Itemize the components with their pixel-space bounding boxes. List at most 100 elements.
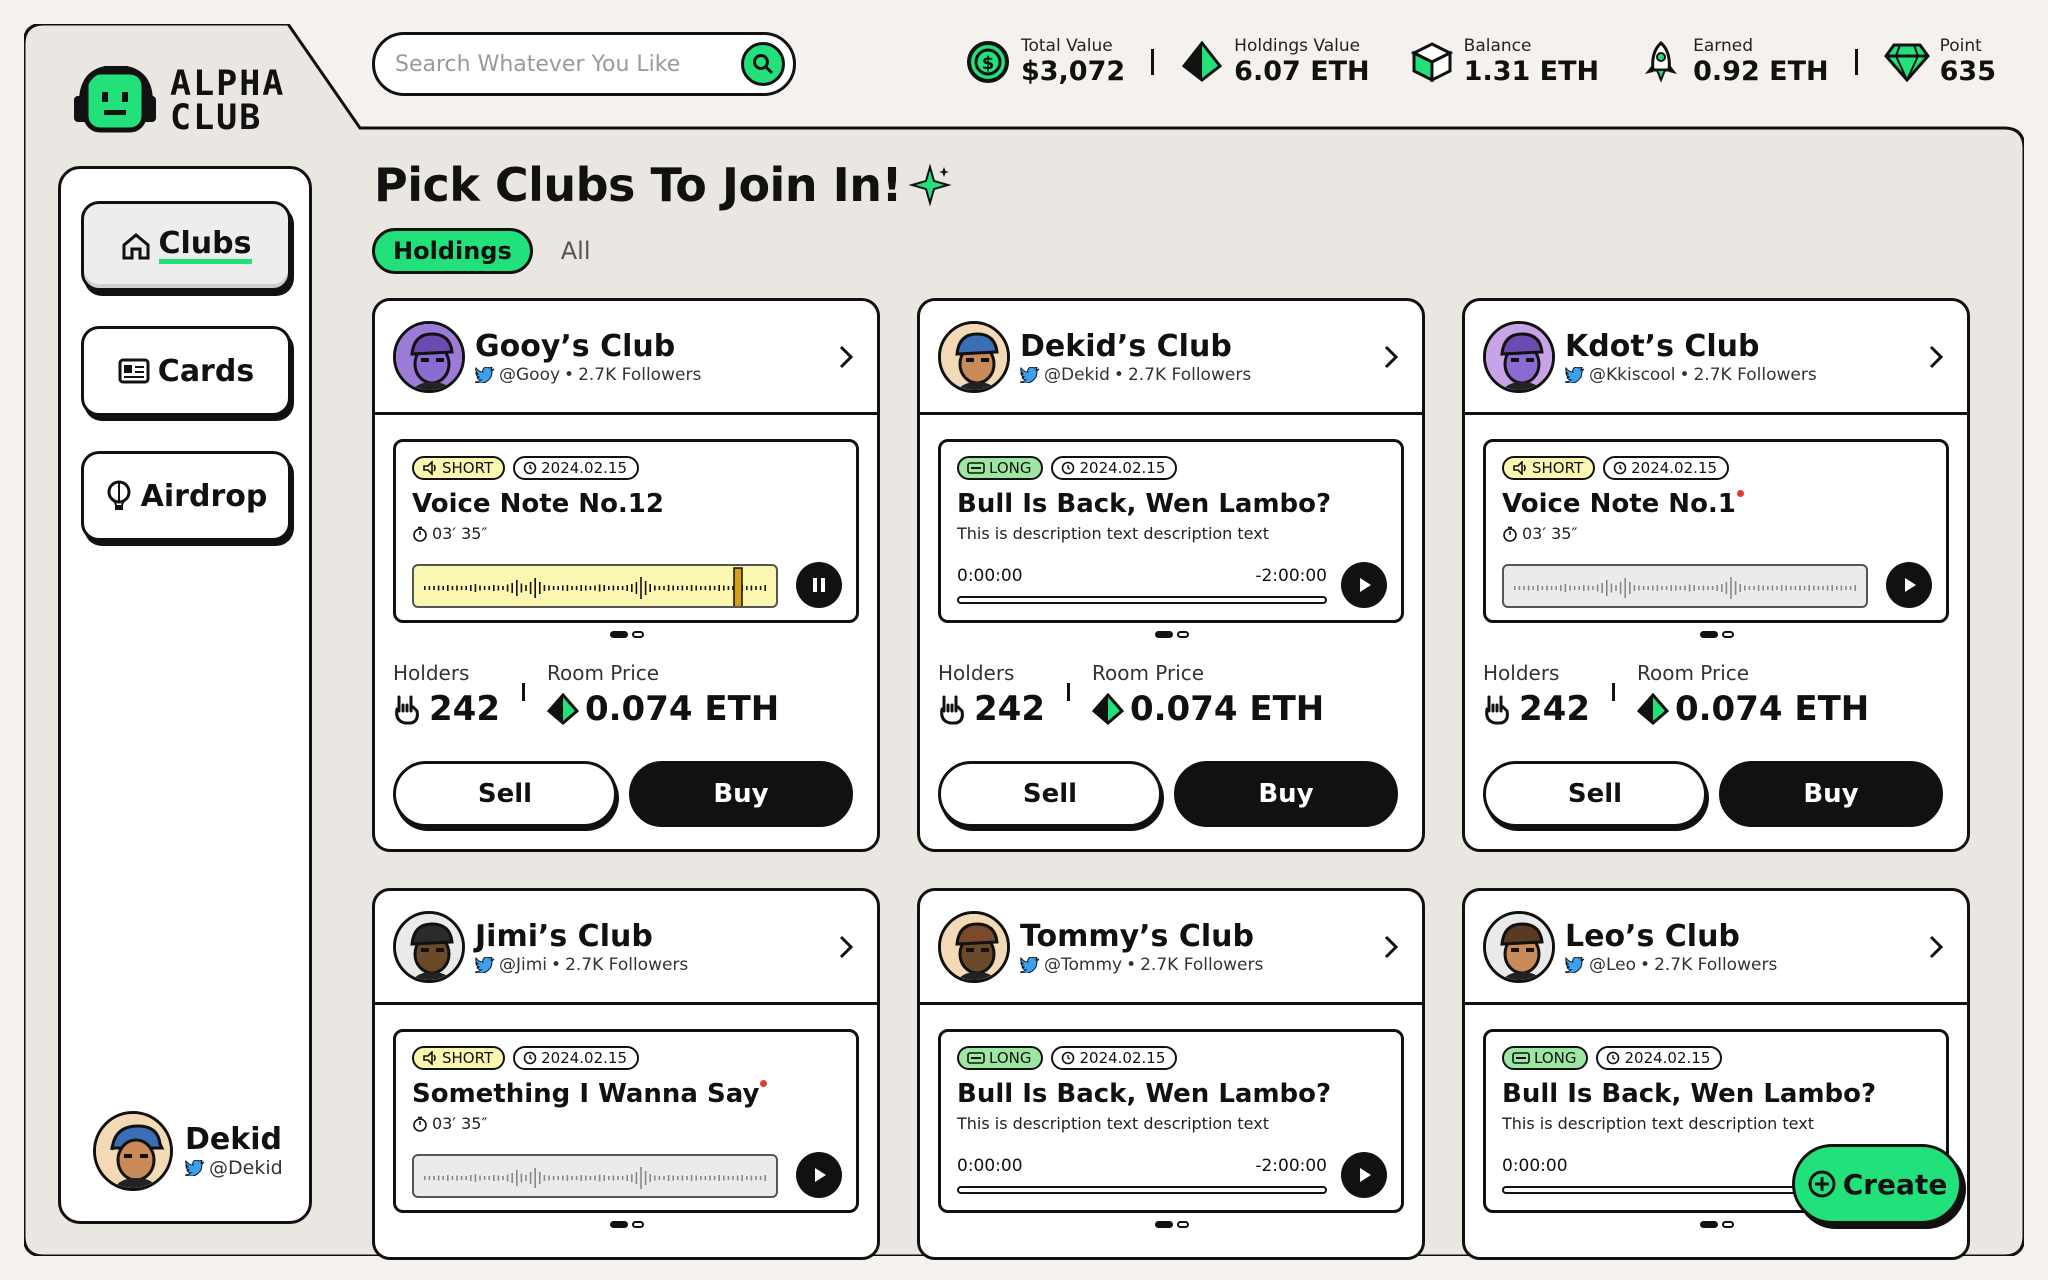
audio-waveform[interactable] — [412, 564, 778, 608]
chevron-right-icon[interactable] — [1927, 933, 1945, 961]
avatar — [93, 1111, 173, 1191]
pause-button[interactable] — [796, 562, 842, 608]
eth-diamond-icon — [1182, 40, 1223, 82]
unread-dot — [760, 1080, 768, 1087]
club-handle: @Dekid — [1044, 364, 1110, 385]
twitter-bird-icon — [185, 1160, 205, 1176]
buy-button[interactable]: Buy — [629, 761, 853, 827]
tab-all[interactable]: All — [561, 237, 591, 265]
voice-note-card[interactable]: SHORT 2024.02.15 Something I Wanna Say 0… — [393, 1029, 859, 1213]
search-button[interactable] — [741, 42, 785, 86]
note-date: 2024.02.15 — [541, 1049, 627, 1067]
chevron-right-icon[interactable] — [1382, 933, 1400, 961]
rocket-icon — [1645, 40, 1678, 83]
pager-dot[interactable] — [1722, 1221, 1734, 1228]
search-input[interactable] — [395, 51, 741, 77]
trade-buttons: Sell Buy — [393, 761, 853, 827]
club-name: Tommy’s Club — [1020, 918, 1254, 954]
tab-holdings[interactable]: Holdings — [372, 228, 533, 274]
club-card-header[interactable]: Dekid’s Club @Dekid • 2.7K Followers — [920, 301, 1422, 415]
note-date: 2024.02.15 — [1079, 459, 1166, 477]
club-card[interactable]: Jimi’s Club @Jimi • 2.7K Followers SHORT — [372, 888, 880, 1260]
audio-progress-bar[interactable] — [957, 596, 1327, 604]
clock-icon — [1613, 461, 1627, 475]
pager-dot[interactable] — [632, 631, 644, 638]
pager-dot-active[interactable] — [610, 1221, 628, 1228]
note-description: This is description text description tex… — [957, 1114, 1269, 1133]
room-price-stat: Room Price 0.074 ETH — [1091, 661, 1324, 729]
club-meta: @Dekid • 2.7K Followers — [1020, 365, 1251, 385]
filter-tabs: Holdings All — [372, 228, 591, 274]
meta-separator: • — [551, 954, 562, 975]
buy-button[interactable]: Buy — [1719, 761, 1943, 827]
pager-dot-active[interactable] — [1155, 1221, 1173, 1228]
clock-icon — [1607, 1051, 1620, 1065]
chevron-right-icon[interactable] — [837, 343, 855, 371]
pager-dot-active[interactable] — [1700, 1221, 1718, 1228]
club-card[interactable]: Kdot’s Club @Kkiscool • 2.7K Followers S… — [1462, 298, 1970, 852]
audio-waveform[interactable] — [1502, 564, 1868, 608]
note-type-label: SHORT — [442, 1049, 494, 1067]
voice-note-card[interactable]: LONG 2024.02.15 Bull Is Back, Wen Lambo?… — [938, 439, 1404, 623]
club-card[interactable]: Dekid’s Club @Dekid • 2.7K Followers LON… — [917, 298, 1425, 852]
buy-button[interactable]: Buy — [1174, 761, 1398, 827]
play-button[interactable] — [1341, 1152, 1387, 1198]
stat-earned: Earned 0.92 ETH — [1639, 36, 1829, 88]
sidebar-item-cards[interactable]: Cards — [81, 326, 291, 416]
voice-note-card[interactable]: SHORT 2024.02.15 Voice Note No.12 03′ 35… — [393, 439, 859, 623]
pager-dot[interactable] — [1177, 631, 1189, 638]
chevron-right-icon[interactable] — [837, 933, 855, 961]
club-card-header[interactable]: Gooy’s Club @Gooy • 2.7K Followers — [375, 301, 877, 415]
club-card-header[interactable]: Kdot’s Club @Kkiscool • 2.7K Followers — [1465, 301, 1967, 415]
club-stats: Holders 242 Room Price 0.074 ETH — [1483, 661, 1869, 729]
sell-button[interactable]: Sell — [1483, 761, 1707, 827]
stopwatch-icon — [413, 526, 427, 542]
chevron-right-icon[interactable] — [1382, 343, 1400, 371]
club-card[interactable]: Tommy’s Club @Tommy • 2.7K Followers LON… — [917, 888, 1425, 1260]
user-profile[interactable]: Dekid @Dekid — [93, 1111, 283, 1191]
brand-logo[interactable]: ALPHA CLUB — [72, 64, 285, 136]
pager-dot[interactable] — [1722, 631, 1734, 638]
sparkles-icon — [908, 163, 952, 207]
club-card[interactable]: Gooy’s Club @Gooy • 2.7K Followers SHORT — [372, 298, 880, 852]
pager-dot-active[interactable] — [1155, 631, 1173, 638]
club-handle: @Tommy — [1044, 954, 1123, 975]
pager-dot-active[interactable] — [610, 631, 628, 638]
pager-dot[interactable] — [1177, 1221, 1189, 1228]
sell-button[interactable]: Sell — [393, 761, 617, 827]
pager-dot-active[interactable] — [1700, 631, 1718, 638]
voice-note-card[interactable]: SHORT 2024.02.15 Voice Note No.1 03′ 35″ — [1483, 439, 1949, 623]
room-price-label: Room Price — [546, 661, 660, 685]
play-button[interactable] — [796, 1152, 842, 1198]
club-card-header[interactable]: Jimi’s Club @Jimi • 2.7K Followers — [375, 891, 877, 1005]
note-pager — [610, 631, 644, 638]
club-stats: Holders 242 Room Price 0.074 ETH — [393, 661, 779, 729]
sidebar-item-clubs[interactable]: Clubs — [81, 201, 291, 291]
play-button[interactable] — [1341, 562, 1387, 608]
sell-button[interactable]: Sell — [938, 761, 1162, 827]
chevron-right-icon[interactable] — [1927, 343, 1945, 371]
audio-waveform[interactable] — [412, 1154, 778, 1198]
note-title: Bull Is Back, Wen Lambo? — [957, 1079, 1332, 1109]
balloon-icon — [107, 480, 131, 510]
voice-note-card[interactable]: LONG 2024.02.15 Bull Is Back, Wen Lambo?… — [938, 1029, 1404, 1213]
sidebar-item-airdrop[interactable]: Airdrop — [81, 451, 291, 541]
tape-icon — [967, 1052, 985, 1064]
eth-diamond-icon — [546, 693, 579, 725]
create-button[interactable]: Create — [1792, 1144, 1962, 1224]
meta-separator: • — [1126, 954, 1137, 975]
club-followers: 2.7K Followers — [1654, 954, 1778, 975]
stat-divider — [521, 683, 525, 701]
cube-stack-icon — [1410, 42, 1454, 83]
pager-dot[interactable] — [632, 1221, 644, 1228]
play-icon — [815, 1168, 826, 1182]
clock-icon — [523, 461, 537, 475]
audio-progress-bar[interactable] — [957, 1186, 1327, 1194]
note-tags: LONG 2024.02.15 — [957, 456, 1385, 480]
club-card-header[interactable]: Tommy’s Club @Tommy • 2.7K Followers — [920, 891, 1422, 1005]
club-card-header[interactable]: Leo’s Club @Leo • 2.7K Followers — [1465, 891, 1967, 1005]
room-price-value-row: 0.074 ETH — [546, 689, 779, 729]
stat-value: 6.07 ETH — [1234, 56, 1370, 87]
play-button[interactable] — [1886, 562, 1932, 608]
note-date-badge: 2024.02.15 — [513, 1046, 639, 1070]
